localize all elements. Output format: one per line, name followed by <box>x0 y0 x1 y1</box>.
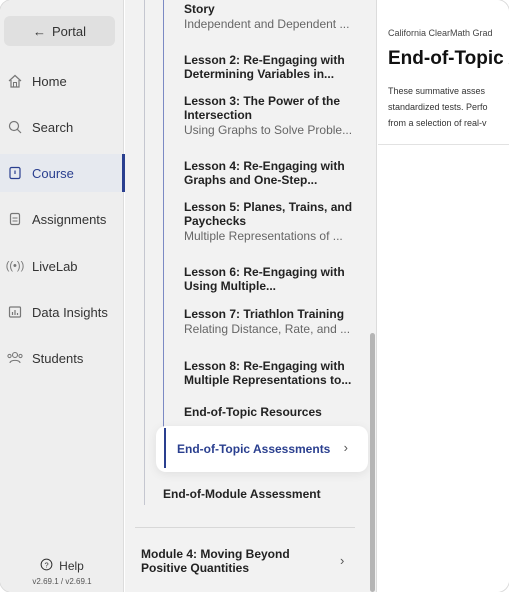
content-panel: California ClearMath Grad End-of-Topic A… <box>378 0 509 592</box>
app-window: ← Portal Home Search Course Assignments … <box>0 0 509 592</box>
module-tree-line <box>144 0 145 505</box>
lesson-title: Lesson 7: Triathlon Training <box>184 307 345 321</box>
nav-item-home[interactable]: Home <box>0 62 124 100</box>
nav-item-label: Students <box>32 350 84 366</box>
nav-item-label: LiveLab <box>32 258 78 274</box>
chevron-right-icon[interactable]: › <box>340 553 344 568</box>
lesson-subtitle: Using Graphs to Solve Proble... <box>184 123 353 137</box>
description-line: from a selection of real-v <box>388 118 487 128</box>
nav-item-students[interactable]: Students <box>0 339 124 377</box>
end-of-topic-assessments-label: End-of-Topic Assessments <box>177 442 331 456</box>
lesson-title: Lesson 3: The Power of the Intersection <box>184 94 341 122</box>
version-label: v2.69.1 / v2.69.1 <box>32 577 92 586</box>
nav-item-search[interactable]: Search <box>0 108 124 146</box>
nav-item-livelab[interactable]: ((•)) LiveLab <box>0 247 124 285</box>
content-header: California ClearMath Grad End-of-Topic A… <box>378 0 509 145</box>
nav-item-label: Assignments <box>32 211 107 227</box>
scrollbar-thumb[interactable] <box>370 333 375 592</box>
portal-button[interactable]: ← Portal <box>4 16 115 46</box>
nav-item-data-insights[interactable]: Data Insights <box>0 293 124 331</box>
lesson-item[interactable]: Lesson 8: Re-Engaging with Multiple Repr… <box>184 359 354 387</box>
lesson-item[interactable]: Story Independent and Dependent ... <box>184 2 354 31</box>
help-icon: ? <box>40 558 53 574</box>
page-description: These summative asses standardized tests… <box>388 83 488 131</box>
svg-text:?: ? <box>45 560 49 569</box>
help-label: Help <box>59 559 84 573</box>
nav-item-course[interactable]: Course <box>0 154 125 192</box>
nav-item-label: Data Insights <box>32 304 108 320</box>
lesson-subtitle: Multiple Representations of ... <box>184 229 343 243</box>
data-insights-icon <box>4 304 26 320</box>
end-of-module-assessment-item[interactable]: End-of-Module Assessment <box>163 487 321 501</box>
divider <box>135 527 355 528</box>
end-of-topic-resources-item[interactable]: End-of-Topic Resources <box>184 405 322 419</box>
lesson-title: Lesson 4: Re-Engaging with Graphs and On… <box>184 159 345 187</box>
search-icon <box>4 119 26 135</box>
left-nav: ← Portal Home Search Course Assignments … <box>0 0 125 592</box>
nav-item-assignments[interactable]: Assignments <box>0 200 124 238</box>
end-of-topic-assessments-item[interactable]: End-of-Topic Assessments › <box>156 426 368 472</box>
lesson-subtitle: Independent and Dependent ... <box>184 17 350 31</box>
lesson-item[interactable]: Lesson 2: Re-Engaging with Determining V… <box>184 53 354 81</box>
livelab-icon: ((•)) <box>5 260 25 272</box>
nav-item-label: Course <box>32 165 74 181</box>
lesson-title: Lesson 6: Re-Engaging with Using Multipl… <box>184 265 345 293</box>
description-line: These summative asses <box>388 86 486 96</box>
chevron-right-icon: › <box>343 440 348 455</box>
nav-item-label: Search <box>32 119 74 135</box>
course-icon <box>4 165 26 181</box>
lesson-title: Lesson 8: Re-Engaging with Multiple Repr… <box>184 359 352 387</box>
lesson-item[interactable]: Lesson 3: The Power of the Intersection … <box>184 94 354 137</box>
lesson-item[interactable]: Lesson 6: Re-Engaging with Using Multipl… <box>184 265 354 293</box>
assignments-icon <box>4 211 26 227</box>
lesson-title: Story <box>184 2 215 16</box>
course-tree-panel: Story Independent and Dependent ... Less… <box>125 0 377 592</box>
arrow-left-icon: ← <box>33 23 47 39</box>
lesson-item[interactable]: Lesson 5: Planes, Trains, and Paychecks … <box>184 200 354 243</box>
lesson-subtitle: Relating Distance, Rate, and ... <box>184 322 351 336</box>
lesson-title: Lesson 2: Re-Engaging with Determining V… <box>184 53 345 81</box>
topic-tree-line <box>163 0 164 465</box>
help-button[interactable]: ? Help <box>0 556 124 576</box>
selected-indicator <box>164 428 166 468</box>
page-title: End-of-Topic A <box>388 48 509 69</box>
description-line: standardized tests. Perfo <box>388 102 488 112</box>
breadcrumb[interactable]: California ClearMath Grad <box>388 28 493 38</box>
module-4-item[interactable]: Module 4: Moving Beyond Positive Quantit… <box>141 547 326 575</box>
portal-label: Portal <box>52 23 86 39</box>
lesson-item[interactable]: Lesson 7: Triathlon Training Relating Di… <box>184 307 354 336</box>
students-icon <box>4 350 26 366</box>
home-icon <box>4 73 26 89</box>
nav-item-label: Home <box>32 73 67 89</box>
lesson-item[interactable]: Lesson 4: Re-Engaging with Graphs and On… <box>184 159 354 187</box>
lesson-title: Lesson 5: Planes, Trains, and Paychecks <box>184 200 353 228</box>
